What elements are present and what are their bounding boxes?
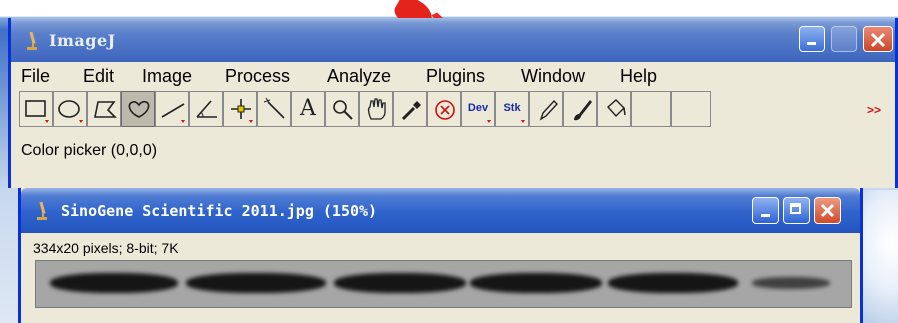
image-close-button[interactable]	[814, 197, 841, 224]
menu-plugins[interactable]: Plugins	[426, 66, 485, 87]
freehand-icon	[128, 100, 150, 118]
pencil-icon	[539, 99, 558, 121]
blot-band	[50, 273, 178, 293]
maximize-icon	[790, 203, 801, 214]
rectangle-tool[interactable]	[19, 91, 53, 127]
scroll-tool[interactable]	[359, 91, 393, 127]
menu-image[interactable]: Image	[142, 66, 192, 87]
image-info-text: 334x20 pixels; 8-bit; 7K	[33, 240, 179, 256]
brush-tool[interactable]	[563, 91, 597, 127]
polygon-tool[interactable]	[87, 91, 121, 127]
minimize-button[interactable]	[799, 26, 825, 52]
blot-band	[752, 277, 830, 289]
rectangle-icon	[25, 100, 49, 123]
stk-menu[interactable]: Stk	[495, 91, 529, 127]
menu-file[interactable]: File	[21, 66, 50, 87]
polygon-icon	[94, 101, 117, 118]
empty-tool-2[interactable]	[671, 91, 711, 127]
empty-tool-1[interactable]	[631, 91, 671, 127]
text-tool[interactable]: A	[291, 91, 325, 127]
line-icon	[161, 103, 185, 123]
x-tool[interactable]	[427, 91, 461, 127]
image-minimize-button[interactable]	[752, 197, 779, 224]
image-canvas[interactable]	[35, 260, 852, 308]
minimize-icon	[807, 42, 816, 45]
menu-analyze[interactable]: Analyze	[327, 66, 391, 87]
x-circle-icon	[435, 100, 455, 120]
brush-icon	[574, 100, 592, 121]
maximize-button[interactable]	[831, 26, 857, 52]
text-tool-label: A	[300, 96, 316, 121]
oval-icon	[58, 100, 83, 123]
line-tool[interactable]	[155, 91, 189, 127]
bucket-icon	[607, 99, 626, 118]
pencil-tool[interactable]	[529, 91, 563, 127]
wand-tool[interactable]	[257, 91, 291, 127]
image-maximize-button[interactable]	[783, 197, 810, 224]
tool-bar: A Dev Stk	[19, 91, 864, 129]
main-window-title: ImageJ	[49, 31, 116, 50]
hand-icon	[367, 98, 386, 120]
image-window: SinoGene Scientific 2011.jpg (150%) 334x…	[18, 188, 863, 323]
dropdown-arrow-icon	[487, 120, 491, 123]
microscope-icon	[27, 31, 37, 50]
magnifier-icon	[333, 100, 353, 120]
menu-help[interactable]: Help	[620, 66, 657, 87]
image-titlebar[interactable]: SinoGene Scientific 2011.jpg (150%)	[21, 188, 860, 233]
blot-band	[470, 273, 602, 293]
dev-menu[interactable]: Dev	[461, 91, 495, 127]
blot-band	[186, 273, 326, 293]
color-picker-tool[interactable]	[393, 91, 427, 127]
point-tool[interactable]	[223, 91, 257, 127]
menu-window[interactable]: Window	[521, 66, 585, 87]
freehand-tool[interactable]	[121, 91, 155, 127]
close-button[interactable]	[863, 26, 893, 52]
close-icon	[870, 32, 886, 48]
image-window-title: SinoGene Scientific 2011.jpg (150%)	[61, 202, 378, 220]
status-text: Color picker (0,0,0)	[21, 142, 158, 159]
dropdown-arrow-icon	[521, 120, 525, 123]
close-icon	[820, 203, 835, 218]
dropper-icon	[401, 101, 421, 121]
blot-band	[608, 273, 738, 293]
more-tools-button[interactable]: >>	[867, 103, 881, 117]
wand-icon	[263, 97, 285, 119]
angle-icon	[196, 100, 217, 118]
minimize-icon	[761, 214, 770, 217]
point-icon	[231, 99, 253, 123]
imagej-main-window: ImageJ File Edit Image Process Analyze P…	[8, 18, 898, 188]
menu-process[interactable]: Process	[225, 66, 290, 87]
blot-band	[334, 273, 466, 293]
flood-fill-tool[interactable]	[597, 91, 631, 127]
oval-tool[interactable]	[53, 91, 87, 127]
angle-tool[interactable]	[189, 91, 223, 127]
main-titlebar[interactable]: ImageJ	[11, 18, 895, 62]
magnifier-tool[interactable]	[325, 91, 359, 127]
menu-edit[interactable]: Edit	[83, 66, 114, 87]
menu-bar: File Edit Image Process Analyze Plugins …	[11, 62, 895, 89]
microscope-icon	[37, 201, 47, 220]
